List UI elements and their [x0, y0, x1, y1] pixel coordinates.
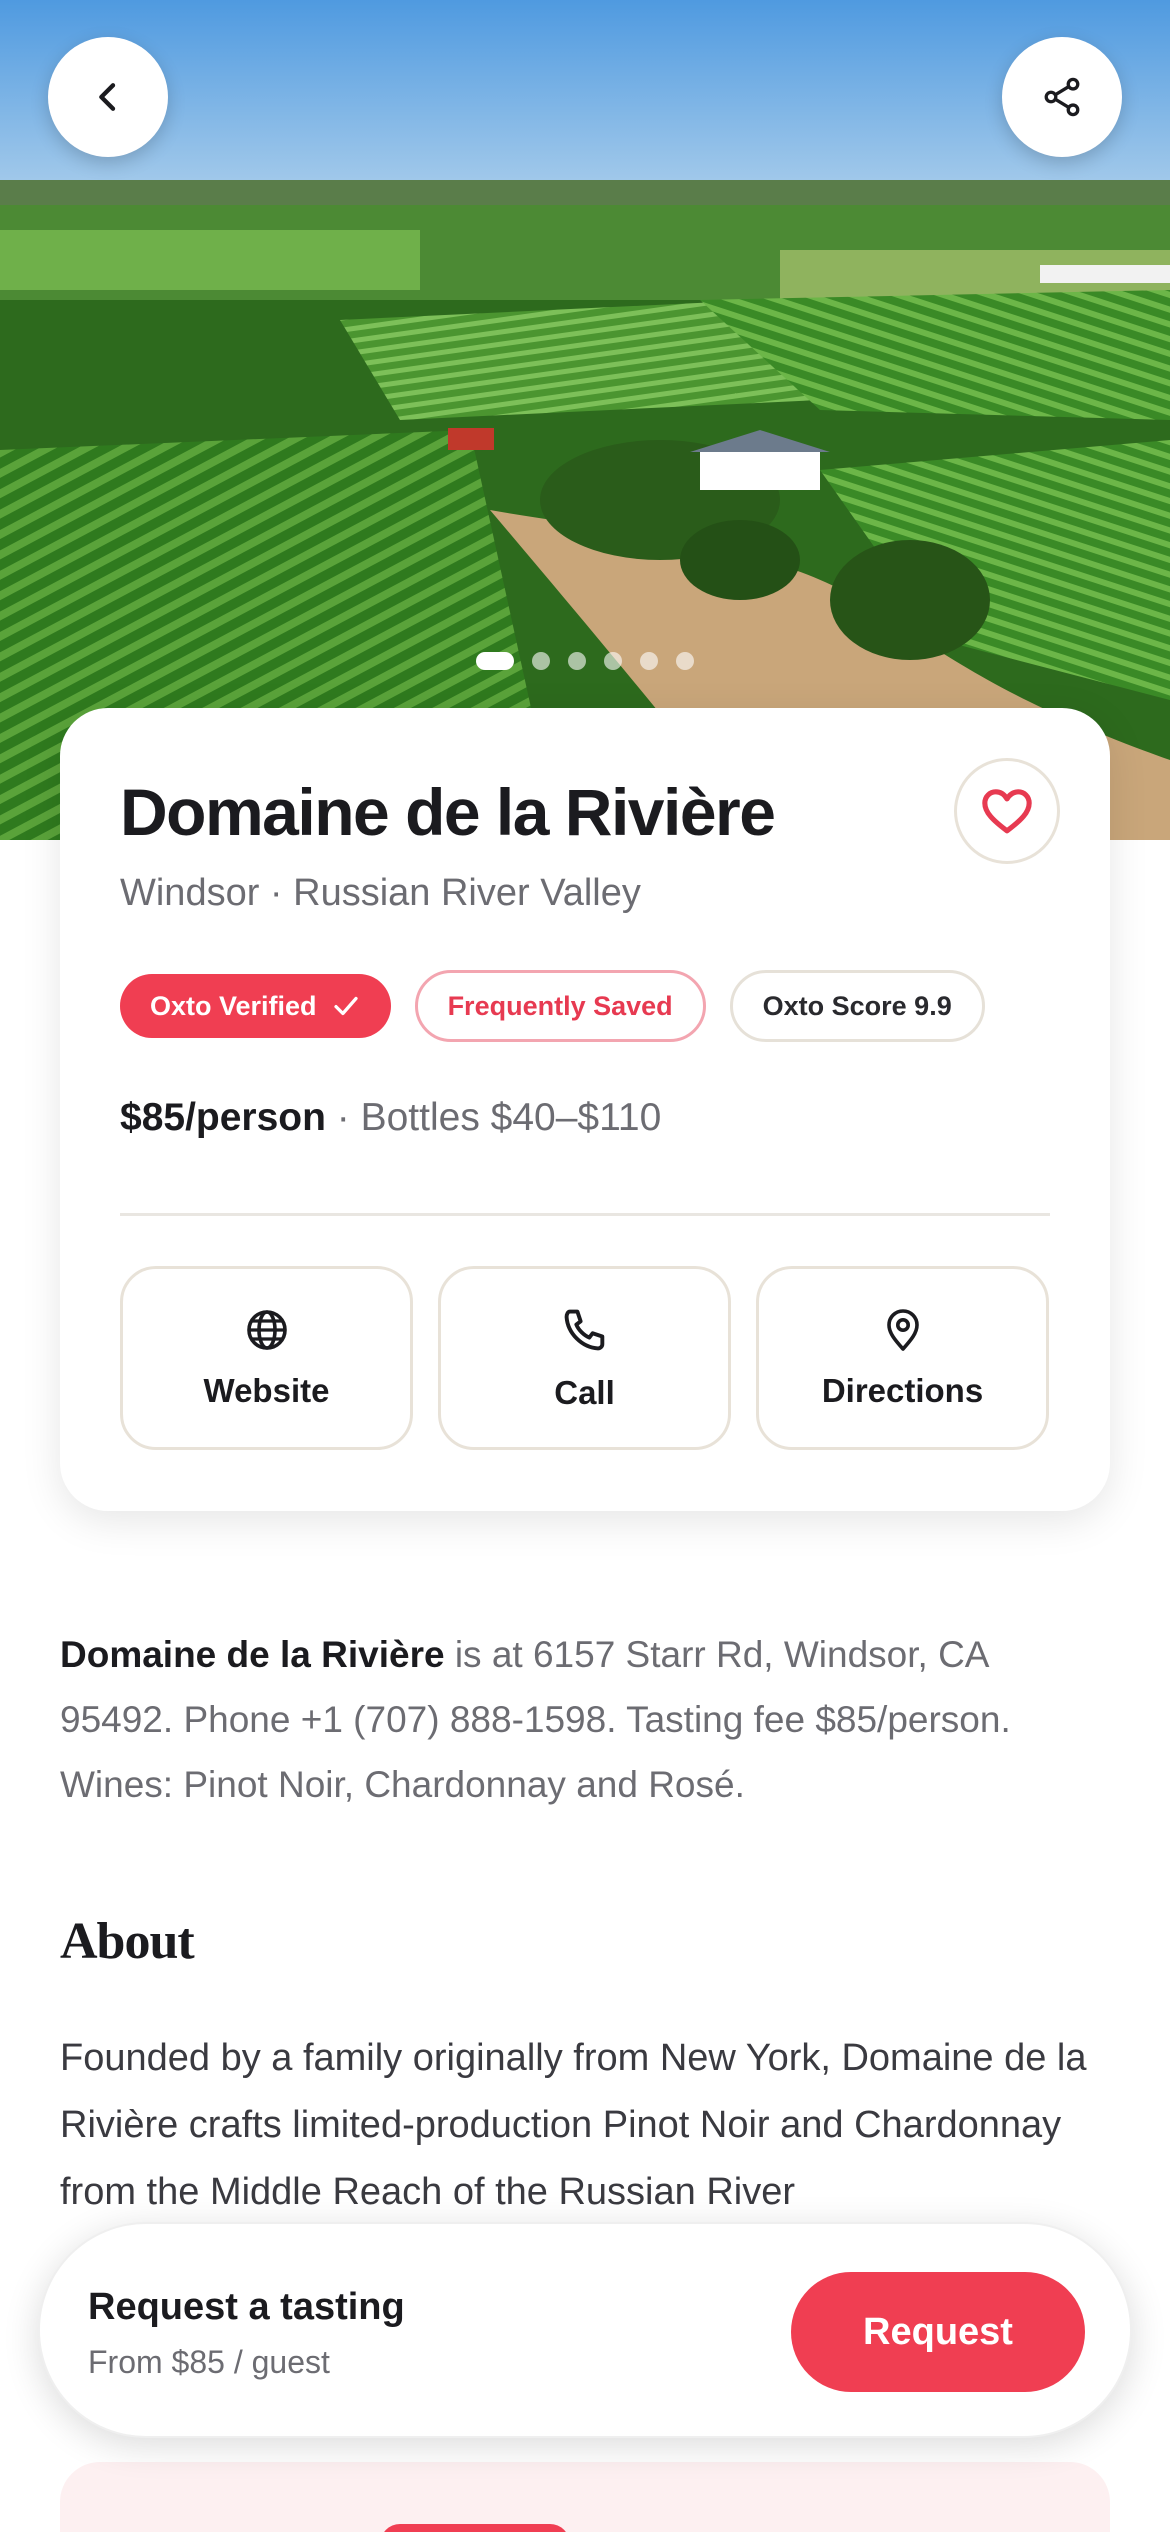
checkmark-icon: [333, 996, 358, 1016]
back-button[interactable]: [48, 37, 168, 157]
badge-row: Oxto Verified Frequently Saved Oxto Scor…: [120, 970, 985, 1042]
carousel-dot[interactable]: [532, 652, 550, 670]
verified-badge-label: Oxto Verified: [150, 990, 317, 1021]
action-row: Website Call Directions: [120, 1266, 1049, 1450]
carousel-dot-active[interactable]: [476, 652, 514, 670]
share-button[interactable]: [1002, 37, 1122, 157]
call-label: Call: [554, 1374, 615, 1411]
booking-title: Request a tasting: [88, 2286, 405, 2328]
carousel-dot[interactable]: [676, 652, 694, 670]
summary-winery-name: Domaine de la Rivière: [60, 1634, 445, 1675]
winery-name: Domaine de la Rivière: [120, 775, 776, 849]
carousel-dot[interactable]: [640, 652, 658, 670]
booking-bar: Request a tasting From $85 / guest Reque…: [38, 2222, 1132, 2438]
frequently-saved-badge: Frequently Saved: [414, 970, 706, 1042]
verified-badge: Oxto Verified: [120, 974, 391, 1038]
divider: [120, 1213, 1050, 1216]
booking-subtitle: From $85 / guest: [88, 2344, 330, 2380]
next-section-card: [60, 2462, 1110, 2532]
bottle-price-range: · Bottles $40–$110: [325, 1096, 662, 1139]
tasting-price: $85/person: [120, 1096, 326, 1139]
next-section-pill: [380, 2524, 570, 2532]
winery-info-card: Domaine de la Rivière Windsor · Russian …: [60, 708, 1110, 1511]
heart-icon: [982, 789, 1032, 834]
carousel-indicator[interactable]: [476, 652, 694, 670]
map-pin-icon: [886, 1309, 919, 1351]
winery-summary: Domaine de la Rivière is at 6157 Starr R…: [60, 1622, 1110, 1817]
about-heading: About: [60, 1913, 195, 1970]
website-button[interactable]: Website: [120, 1266, 413, 1450]
directions-button[interactable]: Directions: [756, 1266, 1049, 1450]
favorite-button[interactable]: [954, 758, 1060, 864]
directions-label: Directions: [821, 1372, 984, 1409]
score-badge: Oxto Score 9.9: [729, 970, 985, 1042]
carousel-dot[interactable]: [604, 652, 622, 670]
price-line: $85/person · Bottles $40–$110: [120, 1096, 661, 1140]
globe-icon: [246, 1310, 287, 1350]
share-icon: [1044, 77, 1080, 117]
winery-location: Windsor · Russian River Valley: [120, 872, 641, 914]
about-text: Founded by a family originally from New …: [60, 2037, 1087, 2213]
website-label: Website: [203, 1372, 330, 1409]
request-button[interactable]: Request: [791, 2272, 1085, 2392]
phone-icon: [564, 1309, 604, 1351]
chevron-left-icon: [99, 83, 116, 111]
carousel-dot[interactable]: [568, 652, 586, 670]
call-button[interactable]: Call: [438, 1266, 731, 1450]
